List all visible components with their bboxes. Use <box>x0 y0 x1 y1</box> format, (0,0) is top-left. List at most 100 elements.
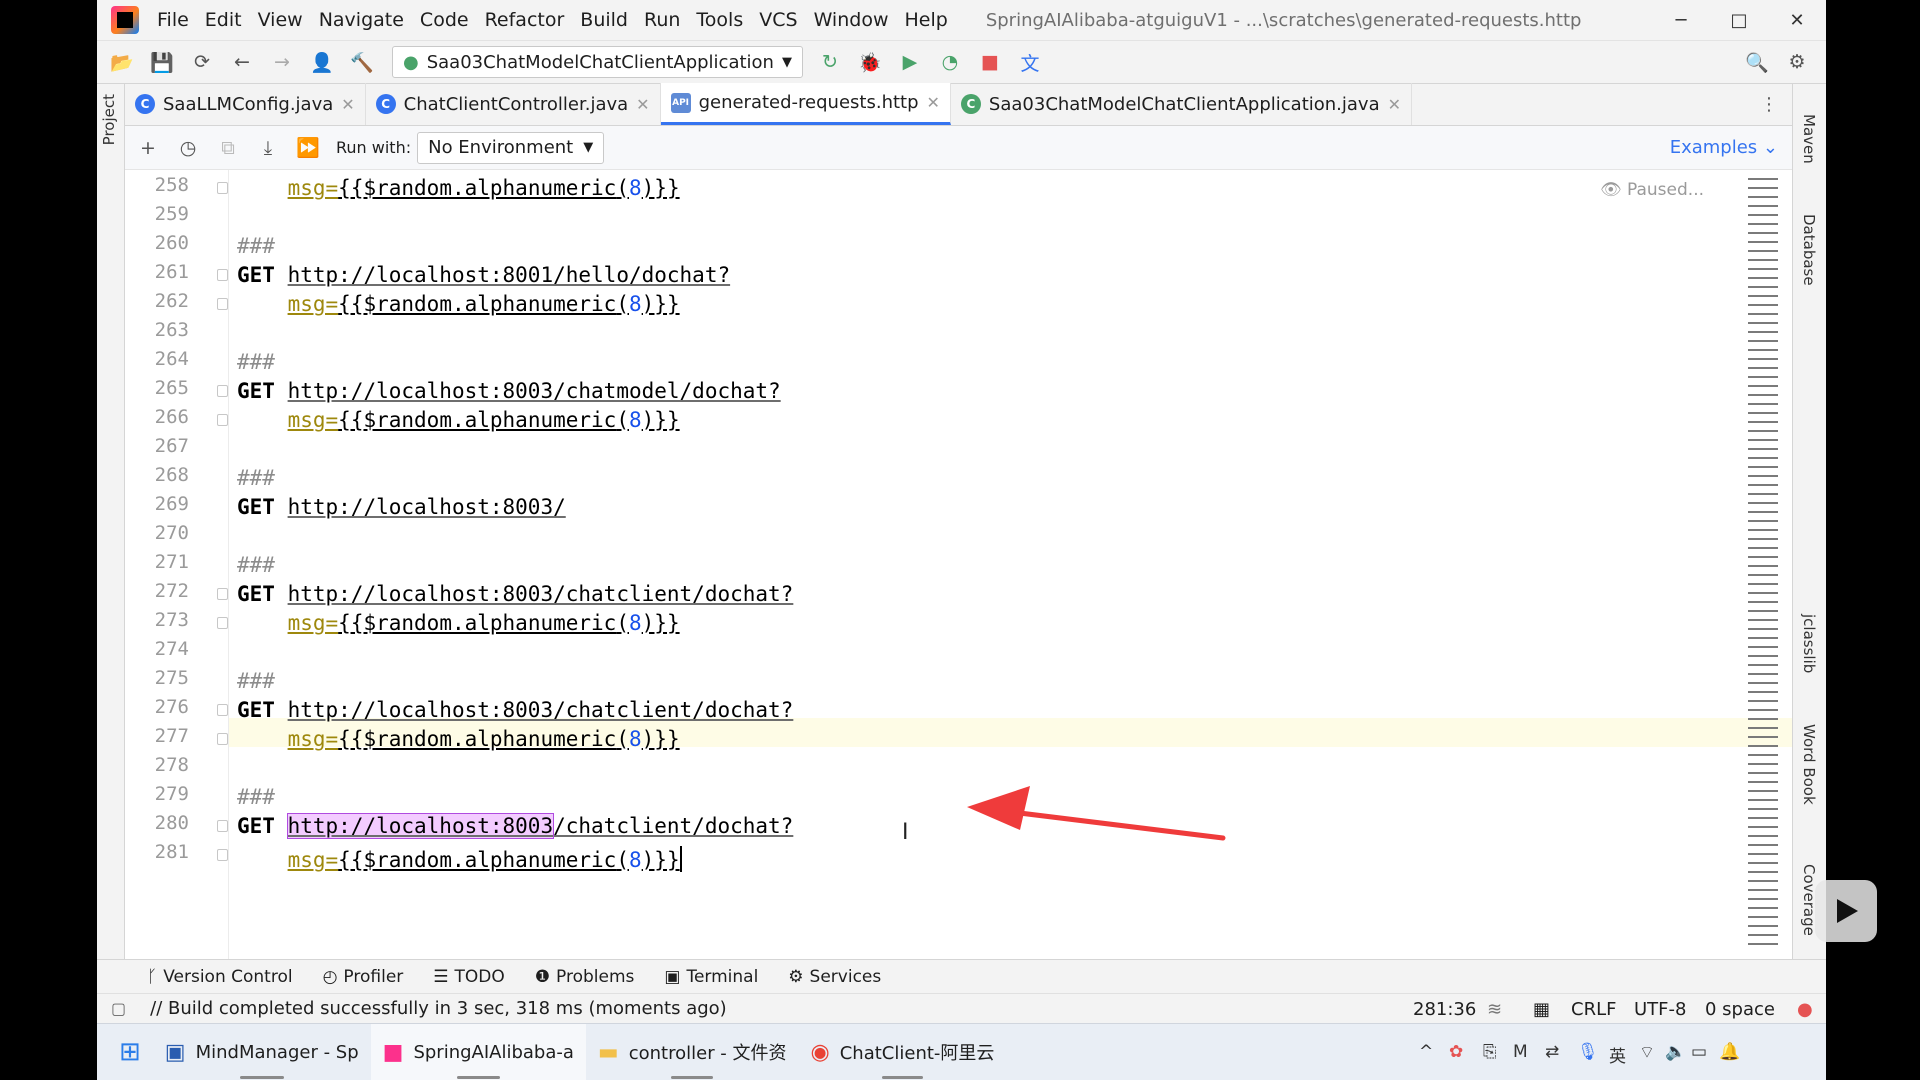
build-status-message[interactable]: // Build completed successfully in 3 sec… <box>150 998 727 1019</box>
menu-tools[interactable]: Tools <box>688 9 751 31</box>
close-icon[interactable]: ✕ <box>636 95 649 114</box>
wifi-icon[interactable]: ⌔ <box>1639 1042 1655 1063</box>
problems-tool[interactable]: ❶ Problems <box>535 967 635 987</box>
maximize-button[interactable]: □ <box>1710 0 1768 40</box>
tray-app-icon[interactable]: ✿ <box>1449 1042 1463 1062</box>
sync-icon[interactable]: ⟳ <box>187 47 217 77</box>
inspection-icon[interactable]: ≋ <box>1487 999 1502 1020</box>
menu-vcs[interactable]: VCS <box>751 9 805 31</box>
taskbar-mindmanager[interactable]: ▣ MindManager - Sp <box>153 1024 371 1080</box>
tab-chatclientcontroller[interactable]: C ChatClientController.java ✕ <box>366 83 661 125</box>
toggle-tool-windows-icon[interactable]: ▢ <box>111 999 126 1018</box>
annotation-arrow <box>967 786 1226 841</box>
build-hammer-icon[interactable]: 🔨 <box>347 47 377 77</box>
spring-boot-icon: ● <box>403 51 419 73</box>
profile-icon[interactable]: ◔ <box>935 47 965 77</box>
maven-tool-button[interactable]: Maven <box>1800 114 1818 164</box>
services-tool[interactable]: ⚙ Services <box>788 967 881 987</box>
menu-help[interactable]: Help <box>896 9 955 31</box>
windows-logo-icon: ⊞ <box>119 1037 141 1067</box>
import-icon[interactable]: ⤓ <box>253 133 283 163</box>
battery-icon[interactable]: ▭ <box>1691 1042 1707 1062</box>
version-control-tool[interactable]: ᚴ Version Control <box>147 967 293 987</box>
stop-icon[interactable]: ■ <box>975 47 1005 77</box>
open-folder-icon[interactable]: 📂 <box>107 47 137 77</box>
volume-icon[interactable]: 🔈 <box>1665 1042 1686 1062</box>
chevron-down-icon: ▼ <box>781 54 792 70</box>
rerun-icon[interactable]: ↻ <box>815 47 845 77</box>
indent-setting[interactable]: 0 space <box>1705 999 1775 1020</box>
file-encoding[interactable]: UTF-8 <box>1634 999 1686 1020</box>
search-icon[interactable]: 🔍 <box>1742 47 1772 77</box>
profiler-tool[interactable]: ◴ Profiler <box>323 967 404 987</box>
run-all-icon[interactable]: ⏩ <box>293 133 323 163</box>
tab-label: Saa03ChatModelChatClientApplication.java <box>988 93 1380 115</box>
tray-clipboard-icon[interactable]: ⎘ <box>1483 1042 1497 1062</box>
close-icon[interactable]: ✕ <box>927 93 940 112</box>
history-icon[interactable]: ◷ <box>173 133 203 163</box>
spring-class-icon: C <box>960 94 981 114</box>
debug-bug-icon[interactable]: 🐞 <box>855 47 885 77</box>
tool-label: Version Control <box>163 966 293 987</box>
todo-tool[interactable]: ☰ TODO <box>433 967 505 987</box>
mindmanager-icon: ▣ <box>164 1039 186 1065</box>
code-editor[interactable]: 258 259 260 261 262 263 264 265 266 267 268 269 270 2… <box>125 170 1792 959</box>
menu-refactor[interactable]: Refactor <box>477 9 573 31</box>
copy-icon[interactable]: ⧉ <box>213 133 243 163</box>
error-notification-icon[interactable]: ● <box>1797 999 1813 1020</box>
more-tabs-icon[interactable]: ⋮ <box>1760 94 1778 115</box>
menu-edit[interactable]: Edit <box>197 9 250 31</box>
run-configuration-select[interactable]: ● Saa03ChatModelChatClientApplication ▼ <box>392 46 803 78</box>
tool-window-bar: ᚴ Version Control ◴ Profiler ☰ TODO ❶ Proble… <box>97 959 1826 993</box>
running-indicator <box>670 1075 714 1079</box>
taskbar-chrome[interactable]: ◉ ChatClient-阿里云 <box>799 1024 1007 1080</box>
tab-saallmconfig[interactable]: C SaaLLMConfig.java ✕ <box>125 83 366 125</box>
project-tool-button[interactable]: Project <box>100 94 118 145</box>
caret-position[interactable]: 281:36 <box>1413 999 1476 1020</box>
tray-transfer-icon[interactable]: ⇄ <box>1545 1042 1559 1062</box>
menu-code[interactable]: Code <box>412 9 477 31</box>
tab-saa03-application[interactable]: C Saa03ChatModelChatClientApplication.ja… <box>951 83 1413 125</box>
save-icon[interactable]: 💾 <box>147 47 177 77</box>
translate-icon[interactable]: 文 <box>1015 47 1045 77</box>
menu-build[interactable]: Build <box>572 9 636 31</box>
menu-navigate[interactable]: Navigate <box>311 9 412 31</box>
menu-window[interactable]: Window <box>806 9 897 31</box>
minimize-button[interactable]: ─ <box>1652 0 1710 40</box>
taskbar-explorer[interactable]: ▬ controller - 文件资 <box>586 1024 799 1080</box>
tray-overflow-chevron-icon[interactable]: ^ <box>1419 1042 1433 1062</box>
environment-select[interactable]: No Environment ▼ <box>417 131 605 164</box>
tool-label: Terminal <box>686 966 759 987</box>
forward-arrow-icon[interactable]: → <box>267 47 297 77</box>
word-book-tool-button[interactable]: Word Book <box>1800 724 1818 805</box>
right-tool-strip: Maven Database jclasslib Word Book Cover… <box>1792 84 1826 959</box>
menu-run[interactable]: Run <box>636 9 688 31</box>
left-tool-strip: Project <box>97 84 125 959</box>
notification-bell-icon[interactable]: 🔔 <box>1719 1042 1740 1062</box>
close-window-button[interactable]: ✕ <box>1768 0 1826 40</box>
windows-taskbar: ⊞ ▣ MindManager - Sp ■ SpringAIAlibaba-a ▬… <box>97 1023 1826 1080</box>
start-button[interactable]: ⊞ <box>97 1024 153 1080</box>
terminal-tool[interactable]: ▣ Terminal <box>664 967 758 987</box>
intellij-logo-icon[interactable] <box>111 6 139 34</box>
gear-icon[interactable]: ⚙ <box>1782 47 1812 77</box>
taskbar-intellij[interactable]: ■ SpringAIAlibaba-a <box>370 1023 586 1080</box>
tray-m-icon[interactable]: M <box>1513 1042 1528 1062</box>
back-arrow-icon[interactable]: ← <box>227 47 257 77</box>
branch-icon: ᚴ <box>147 966 158 987</box>
database-tool-button[interactable]: Database <box>1800 214 1818 286</box>
close-icon[interactable]: ✕ <box>341 95 354 114</box>
video-play-button[interactable] <box>1815 880 1877 942</box>
menu-view[interactable]: View <box>250 9 311 31</box>
tab-generated-requests[interactable]: API generated-requests.http ✕ <box>660 83 951 125</box>
line-separator[interactable]: CRLF <box>1571 999 1616 1020</box>
add-request-icon[interactable]: + <box>133 133 163 163</box>
microphone-icon[interactable]: 🎙 <box>1577 1042 1599 1062</box>
ime-language-indicator[interactable]: 英 <box>1609 1042 1626 1067</box>
run-with-coverage-icon[interactable]: ▶ <box>895 47 925 77</box>
menu-file[interactable]: File <box>149 9 197 31</box>
jclasslib-tool-button[interactable]: jclasslib <box>1800 614 1818 673</box>
user-dropdown-icon[interactable]: 👤 <box>307 47 337 77</box>
close-icon[interactable]: ✕ <box>1388 95 1401 114</box>
examples-link[interactable]: Examples ⌄ <box>1670 137 1778 158</box>
